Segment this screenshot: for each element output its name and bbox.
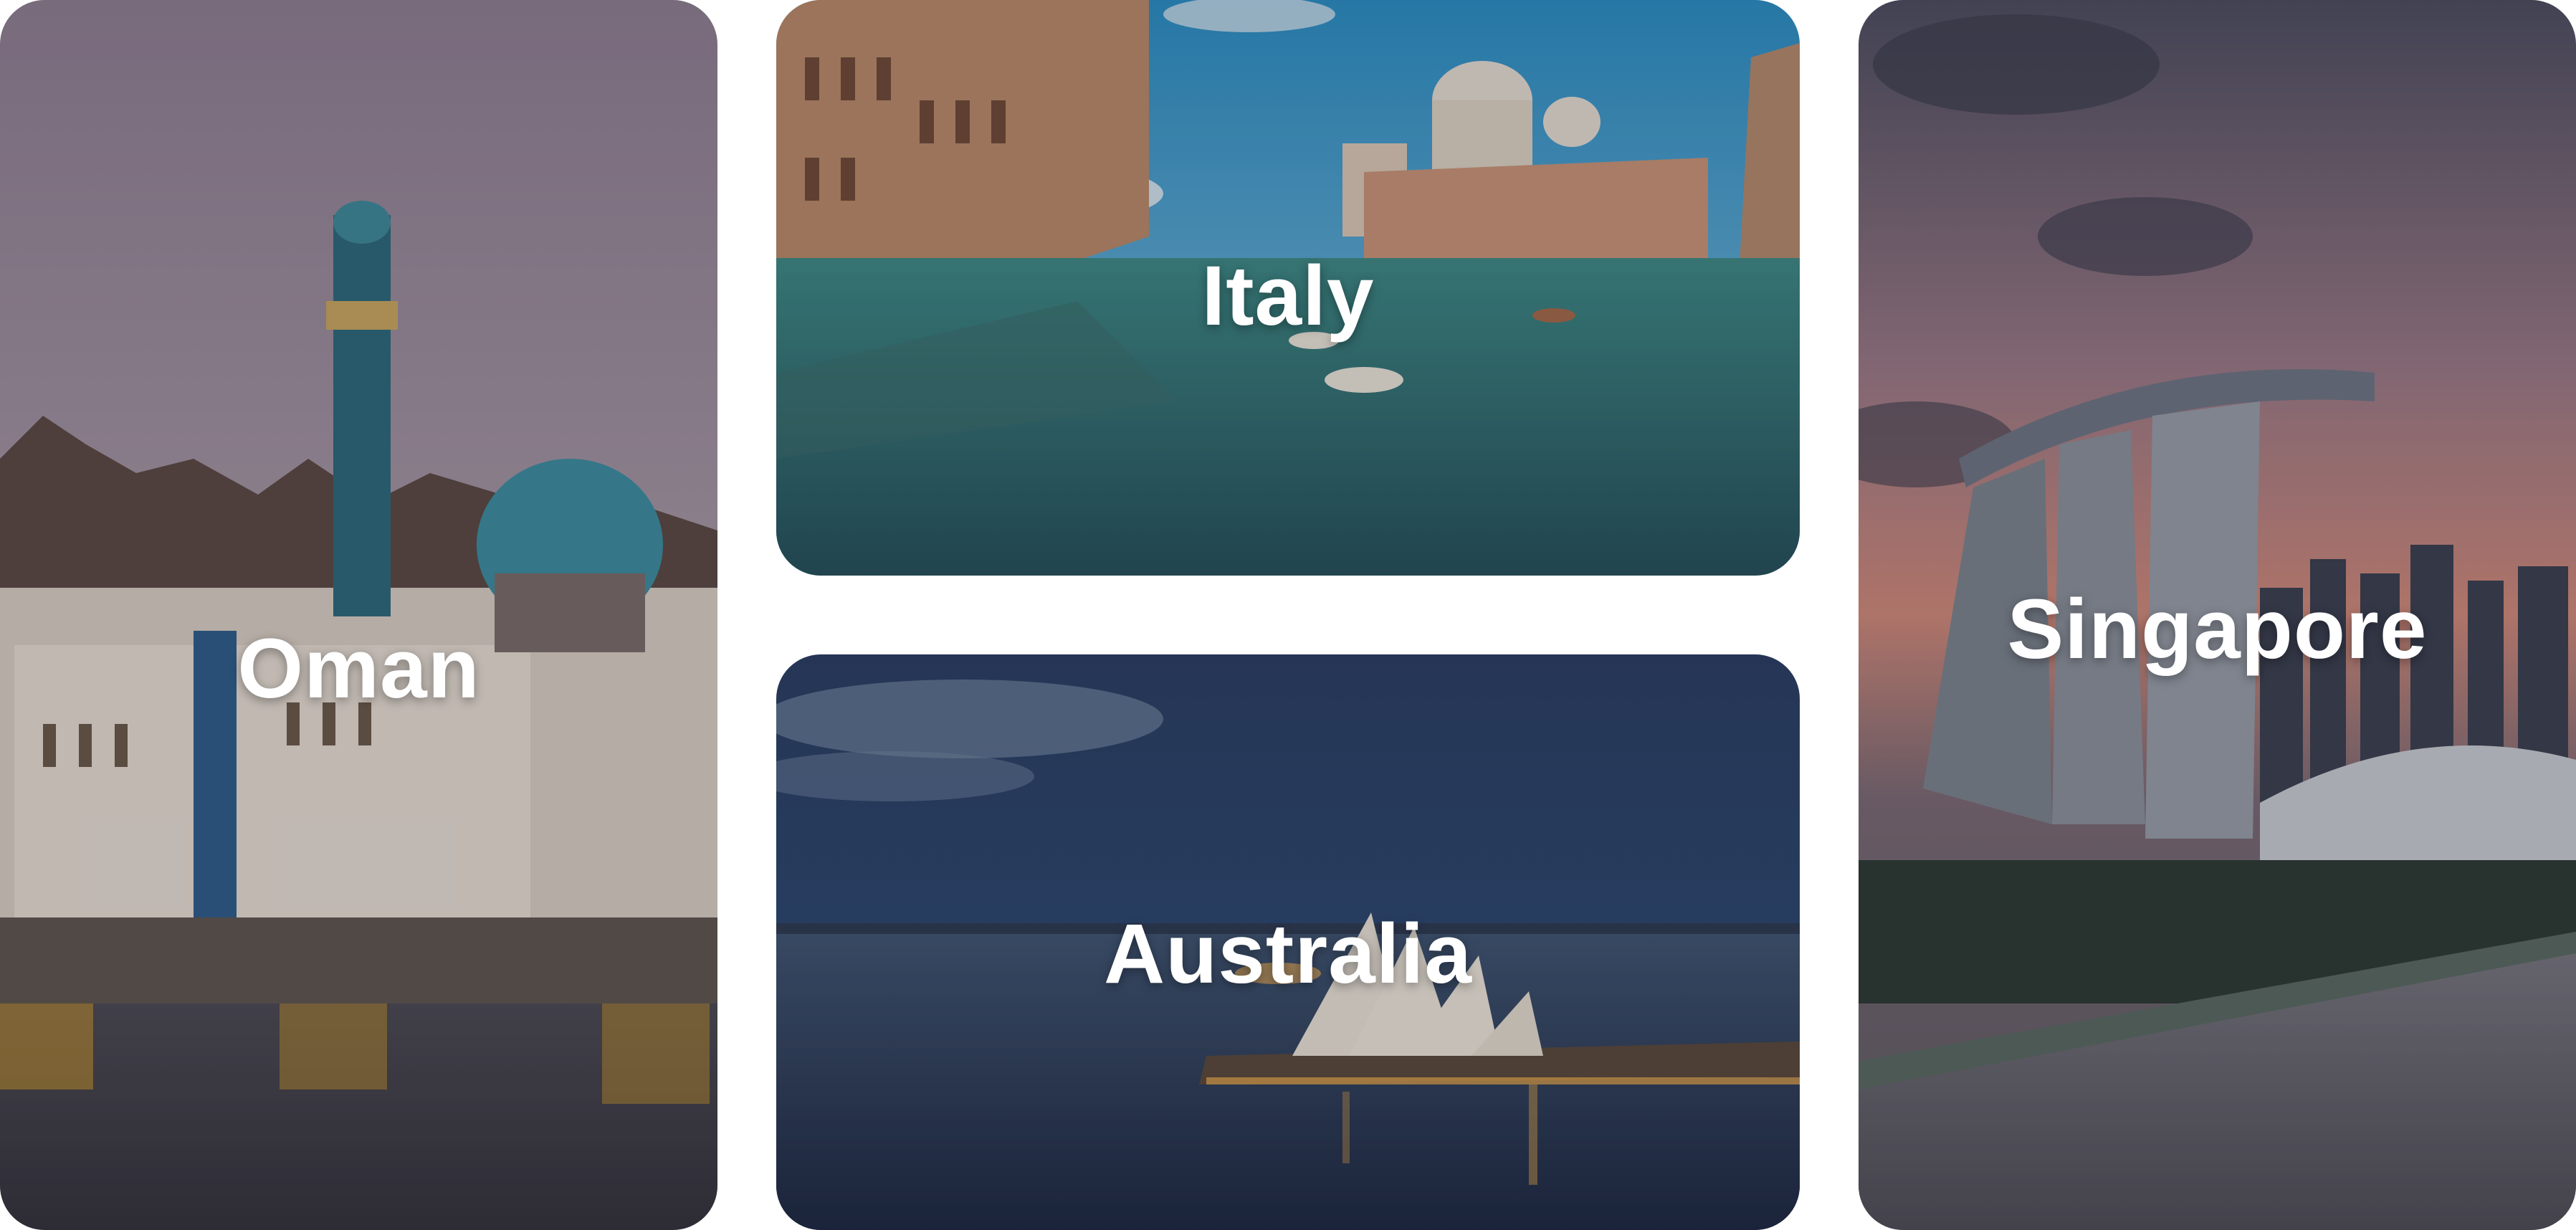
image-overlay: [0, 0, 717, 1230]
destination-grid: Oman Italy Australia Singapore: [0, 0, 2576, 1230]
destination-label: Australia: [1104, 907, 1472, 1001]
destination-label: Singapore: [2007, 582, 2428, 677]
destination-card-italy[interactable]: Italy: [776, 0, 1800, 576]
destination-card-oman[interactable]: Oman: [0, 0, 717, 1230]
destination-card-singapore[interactable]: Singapore: [1859, 0, 2576, 1230]
destination-label: Oman: [237, 621, 480, 716]
destination-label: Italy: [1201, 249, 1375, 343]
destination-card-australia[interactable]: Australia: [776, 654, 1800, 1230]
